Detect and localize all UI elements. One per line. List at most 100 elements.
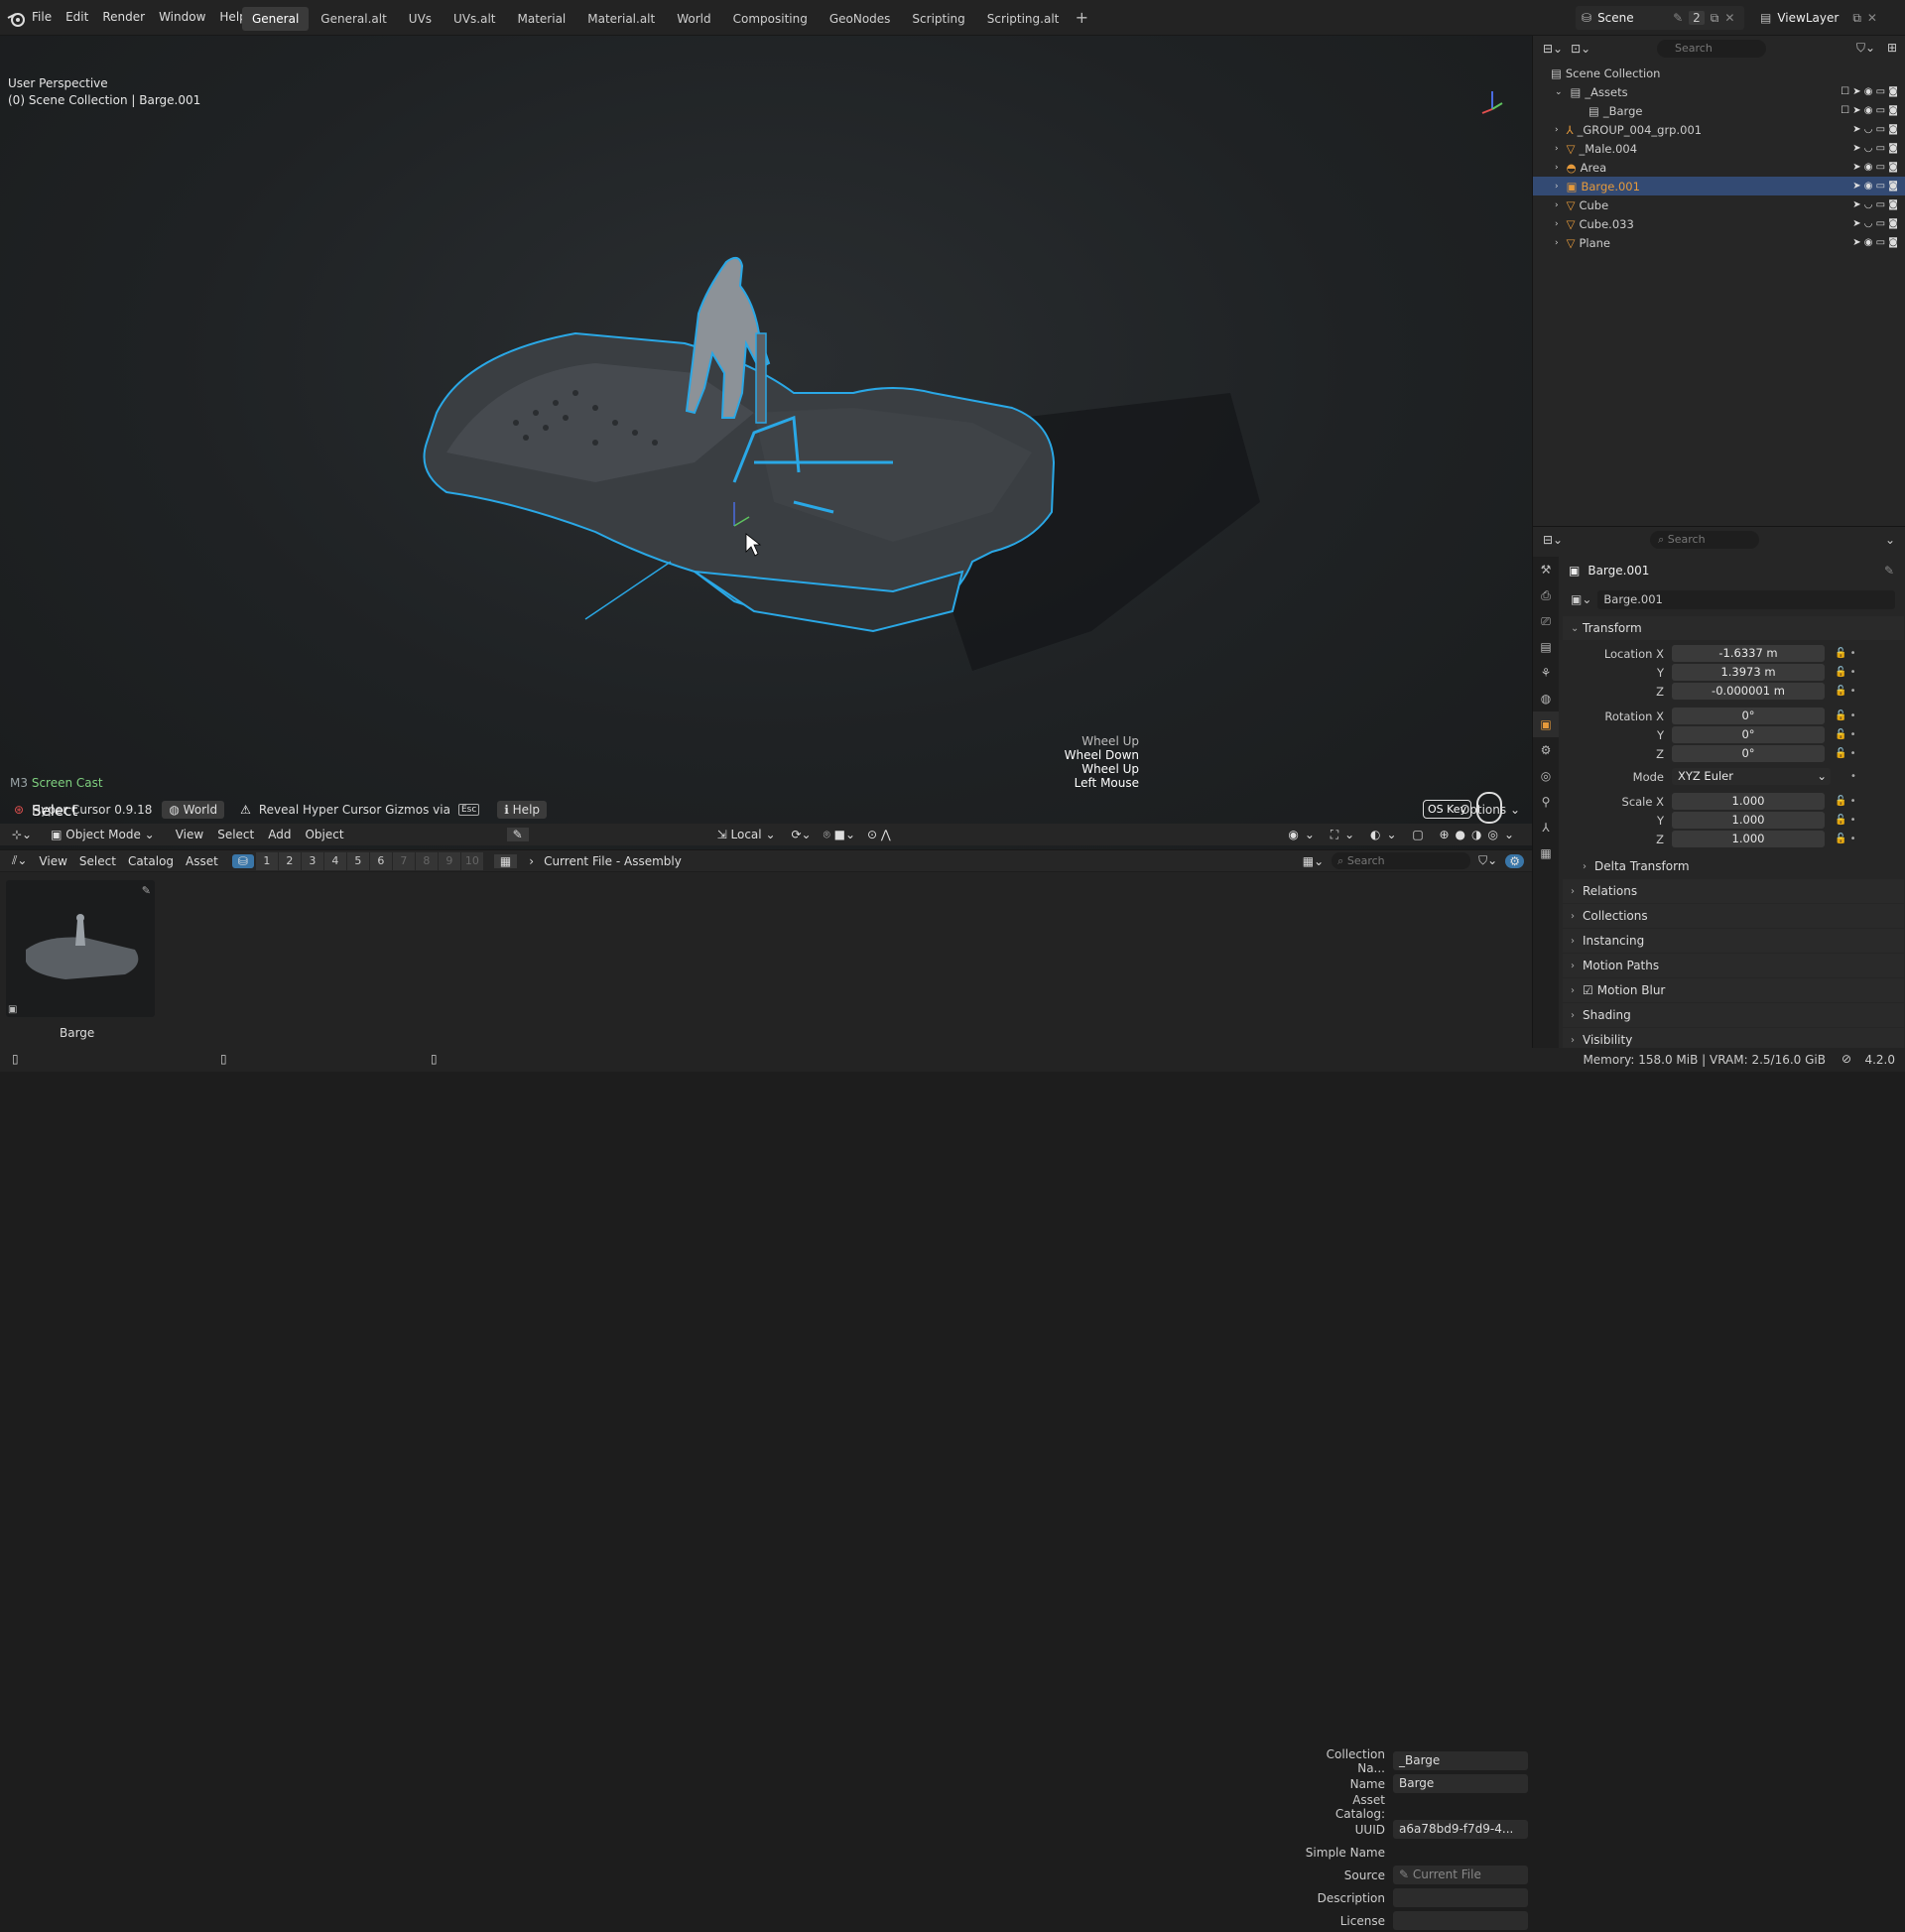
close-icon[interactable]: ✕ bbox=[1867, 11, 1877, 25]
editor-type-icon[interactable]: ⊹⌄ bbox=[12, 828, 32, 841]
lock-icon[interactable]: 🔓 • bbox=[1835, 710, 1856, 721]
visibility-toggles[interactable]: ➤ ◉ ▭ ◙ bbox=[1852, 237, 1898, 248]
scene-tab-icon[interactable]: ⚘ bbox=[1533, 660, 1559, 686]
motion-paths-panel-header[interactable]: › Motion Paths bbox=[1563, 954, 1904, 977]
render-tab-icon[interactable]: ⎙ bbox=[1533, 582, 1559, 608]
asset-menu-select[interactable]: Select bbox=[79, 854, 116, 868]
pin-icon[interactable]: ✎ bbox=[1673, 11, 1683, 25]
name-field[interactable]: Barge bbox=[1393, 1774, 1528, 1793]
lock-icon[interactable]: 🔓 • bbox=[1835, 796, 1856, 807]
catalog-8[interactable]: 8 bbox=[415, 851, 438, 870]
menu-render[interactable]: Render bbox=[102, 10, 145, 24]
grid-view-icon[interactable]: ▦ bbox=[493, 853, 518, 868]
catalog-1[interactable]: 1 bbox=[255, 851, 278, 870]
rotation-z-field[interactable]: 0° bbox=[1672, 745, 1825, 762]
location-y-field[interactable]: 1.3973 m bbox=[1672, 664, 1825, 681]
visibility-toggles[interactable]: ☐ ➤ ◉ ▭ ◙ bbox=[1841, 86, 1898, 97]
new-collection-icon[interactable]: ⊞ bbox=[1887, 41, 1897, 55]
snap-icon[interactable]: ⌾ ■⌄ bbox=[824, 828, 855, 842]
outliner-row-assets[interactable]: ⌄ ▤ _Assets ☐ ➤ ◉ ▭ ◙ bbox=[1533, 82, 1905, 101]
catalog-6[interactable]: 6 bbox=[369, 851, 392, 870]
collections-panel-header[interactable]: › Collections bbox=[1563, 904, 1904, 928]
tab-uvs-alt[interactable]: UVs.alt bbox=[444, 7, 505, 31]
visibility-toggles[interactable]: ➤ ◡ ▭ ◙ bbox=[1852, 218, 1898, 229]
tab-general-alt[interactable]: General.alt bbox=[311, 7, 397, 31]
pin-icon[interactable]: ✎ bbox=[1884, 564, 1894, 578]
outliner-row-plane[interactable]: › ▽ Plane ➤ ◉ ▭ ◙ bbox=[1533, 233, 1905, 252]
3d-viewport[interactable]: User Perspective (0) Scene Collection | … bbox=[0, 36, 1532, 849]
filter-icon[interactable]: ⛉⌄ bbox=[1856, 41, 1875, 56]
outliner-editor-icon[interactable]: ⊟⌄ bbox=[1543, 42, 1563, 56]
lock-icon[interactable]: 🔓 • bbox=[1835, 748, 1856, 759]
modifiers-tab-icon[interactable]: ⚙ bbox=[1533, 737, 1559, 763]
chevron-right-icon[interactable]: › bbox=[1555, 163, 1559, 173]
menu-edit[interactable]: Edit bbox=[65, 10, 88, 24]
duplicate-icon[interactable]: ⧉ bbox=[1852, 11, 1861, 26]
lock-icon[interactable]: 🔓 • bbox=[1835, 729, 1856, 740]
chevron-right-icon[interactable]: › bbox=[1555, 219, 1559, 229]
instancing-panel-header[interactable]: › Instancing bbox=[1563, 929, 1904, 953]
visibility-toggles[interactable]: ☐ ➤ ◉ ▭ ◙ bbox=[1841, 105, 1898, 116]
catalog-2[interactable]: 2 bbox=[278, 851, 301, 870]
world-toggle[interactable]: ◍ World bbox=[162, 801, 225, 819]
menu-window[interactable]: Window bbox=[159, 10, 205, 24]
outliner-row-cube033[interactable]: › ▽ Cube.033 ➤ ◡ ▭ ◙ bbox=[1533, 214, 1905, 233]
chevron-right-icon[interactable]: › bbox=[1555, 238, 1559, 248]
pivot-icon[interactable]: ⟳⌄ bbox=[792, 828, 812, 841]
chevron-down-icon[interactable]: ⌄ bbox=[1555, 87, 1563, 97]
visibility-toggles[interactable]: ➤ ◡ ▭ ◙ bbox=[1852, 143, 1898, 154]
world-tab-icon[interactable]: ◍ bbox=[1533, 686, 1559, 711]
relations-panel-header[interactable]: › Relations bbox=[1563, 879, 1904, 903]
data-tab-icon[interactable]: ⅄ bbox=[1533, 815, 1559, 840]
object-tab-icon[interactable]: ▣ bbox=[1533, 711, 1559, 737]
outliner-row-male[interactable]: › ▽ _Male.004 ➤ ◡ ▭ ◙ bbox=[1533, 139, 1905, 158]
visibility-toggles[interactable]: ➤ ◉ ▭ ◙ bbox=[1852, 181, 1898, 192]
transform-panel-header[interactable]: ⌄ Transform bbox=[1563, 616, 1904, 640]
outliner-row-barge-selected[interactable]: › ▣ Barge.001 ➤ ◉ ▭ ◙ bbox=[1533, 177, 1905, 195]
tab-material[interactable]: Material bbox=[508, 7, 576, 31]
outliner-row-group[interactable]: › ⅄ _GROUP_004_grp.001 ➤ ◡ ▭ ◙ bbox=[1533, 120, 1905, 139]
tab-compositing[interactable]: Compositing bbox=[723, 7, 818, 31]
filter-icon[interactable]: ⛉⌄ bbox=[1478, 853, 1497, 868]
location-x-field[interactable]: -1.6337 m bbox=[1672, 645, 1825, 662]
asset-menu-asset[interactable]: Asset bbox=[186, 854, 218, 868]
motion-blur-panel-header[interactable]: › ☑ Motion Blur bbox=[1563, 978, 1904, 1002]
catalog-7[interactable]: 7 bbox=[392, 851, 415, 870]
lock-icon[interactable]: 🔓 • bbox=[1835, 686, 1856, 697]
lock-icon[interactable]: 🔓 • bbox=[1835, 667, 1856, 678]
asset-search-input[interactable]: ⌕ Search bbox=[1332, 852, 1471, 869]
outliner-row-barge-collection[interactable]: ▤ _Barge ☐ ➤ ◉ ▭ ◙ bbox=[1533, 101, 1905, 120]
properties-search-input[interactable]: ⌕ Search bbox=[1650, 531, 1760, 549]
scale-x-field[interactable]: 1.000 bbox=[1672, 793, 1825, 810]
chevron-right-icon[interactable]: › bbox=[1555, 125, 1559, 135]
asset-menu-view[interactable]: View bbox=[39, 854, 66, 868]
physics-tab-icon[interactable]: ◎ bbox=[1533, 763, 1559, 789]
navigation-gizmo-icon[interactable] bbox=[1480, 87, 1504, 117]
license-field[interactable] bbox=[1393, 1911, 1528, 1930]
rotation-x-field[interactable]: 0° bbox=[1672, 708, 1825, 724]
blender-logo-icon[interactable] bbox=[6, 8, 28, 30]
help-button[interactable]: ℹ Help bbox=[497, 801, 548, 819]
outliner-search-input[interactable]: Search bbox=[1657, 40, 1766, 58]
properties-editor-icon[interactable]: ⊟⌄ bbox=[1543, 533, 1563, 547]
asset-thumbnail[interactable]: ✎ ▣ bbox=[6, 880, 155, 1017]
display-mode-icon[interactable]: ▦⌄ bbox=[1303, 854, 1324, 868]
view-layer-tab-icon[interactable]: ▤ bbox=[1533, 634, 1559, 660]
proportional-icon[interactable]: ⊙ ⋀ bbox=[867, 828, 891, 841]
catalog-10[interactable]: 10 bbox=[460, 851, 483, 870]
scene-collection-row[interactable]: ▤ Scene Collection bbox=[1533, 64, 1905, 82]
view-layer-selector[interactable]: ▤ ViewLayer ⧉ ✕ bbox=[1760, 6, 1899, 30]
menu-select[interactable]: Select bbox=[217, 828, 254, 841]
mode-selector[interactable]: ▣ Object Mode ⌄ bbox=[44, 826, 162, 843]
add-workspace-icon[interactable]: + bbox=[1071, 7, 1092, 29]
tab-uvs[interactable]: UVs bbox=[399, 7, 442, 31]
visibility-toggles[interactable]: ➤ ◉ ▭ ◙ bbox=[1852, 162, 1898, 173]
description-field[interactable] bbox=[1393, 1888, 1528, 1907]
source-field[interactable]: ✎ Current File bbox=[1393, 1866, 1528, 1884]
scale-z-field[interactable]: 1.000 bbox=[1672, 831, 1825, 847]
tab-material-alt[interactable]: Material.alt bbox=[577, 7, 665, 31]
lock-icon[interactable]: 🔓 • bbox=[1835, 815, 1856, 826]
transform-orientation[interactable]: ⇲ Local ⌄ bbox=[717, 828, 776, 841]
menu-file[interactable]: File bbox=[32, 10, 52, 24]
catalog-5[interactable]: 5 bbox=[346, 851, 369, 870]
